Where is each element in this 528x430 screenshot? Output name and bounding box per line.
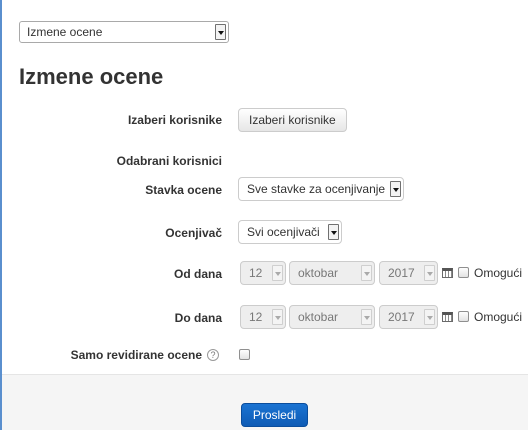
grade-item-select-value: Sve stavke za ocenjivanje (247, 182, 386, 196)
select-users-label: Izaberi korisnike (127, 113, 222, 127)
date-from-enable-label: Omogući (474, 266, 523, 280)
page-title: Izmene ocene (19, 64, 164, 89)
chevron-down-icon (215, 24, 226, 40)
date-to-label: Do dana (174, 311, 222, 325)
report-type-select[interactable]: Izmene ocene (19, 21, 229, 43)
grader-select-value: Svi ocenjivači (247, 225, 320, 239)
date-to-month-value: oktobar (298, 310, 339, 324)
chevron-down-icon (328, 224, 339, 240)
chevron-down-icon (361, 265, 372, 281)
date-from-month-select[interactable]: oktobar (289, 261, 375, 285)
date-from-year-value: 2017 (388, 266, 415, 280)
date-to-month-select[interactable]: oktobar (289, 305, 375, 329)
submit-button[interactable]: Prosledi (241, 403, 308, 427)
grade-item-select[interactable]: Sve stavke za ocenjivanje (238, 177, 404, 201)
calendar-icon[interactable] (442, 268, 453, 278)
date-to-year-value: 2017 (388, 310, 415, 324)
revised-only-label: Samo revidirane ocene (70, 348, 202, 362)
grader-label: Ocenjivač (165, 226, 222, 240)
date-to-day-value: 12 (249, 310, 263, 324)
selected-users-label: Odabrani korisnici (116, 154, 222, 168)
grader-select[interactable]: Svi ocenjivači (238, 220, 342, 244)
chevron-down-icon (272, 265, 283, 281)
date-to-day-select[interactable]: 12 (240, 305, 286, 329)
date-from-month-value: oktobar (298, 266, 339, 280)
date-from-label: Od dana (173, 267, 222, 281)
help-icon[interactable]: ? (207, 349, 219, 361)
grade-item-label: Stavka ocene (145, 183, 222, 197)
chevron-down-icon (272, 309, 283, 325)
chevron-down-icon (424, 265, 435, 281)
chevron-down-icon (390, 181, 401, 197)
report-type-select-value: Izmene ocene (27, 25, 103, 39)
date-from-day-select[interactable]: 12 (240, 261, 286, 285)
date-to-enable-checkbox[interactable] (458, 311, 469, 322)
calendar-icon[interactable] (442, 312, 453, 322)
date-from-day-value: 12 (249, 266, 263, 280)
window-frame-edge (0, 0, 2, 430)
select-users-button[interactable]: Izaberi korisnike (238, 108, 347, 132)
chevron-down-icon (361, 309, 372, 325)
date-to-year-select[interactable]: 2017 (379, 305, 438, 329)
date-from-enable-checkbox[interactable] (458, 267, 469, 278)
chevron-down-icon (424, 309, 435, 325)
date-to-enable-label: Omogući (474, 310, 523, 324)
date-from-year-select[interactable]: 2017 (379, 261, 438, 285)
revised-only-checkbox[interactable] (239, 349, 250, 360)
